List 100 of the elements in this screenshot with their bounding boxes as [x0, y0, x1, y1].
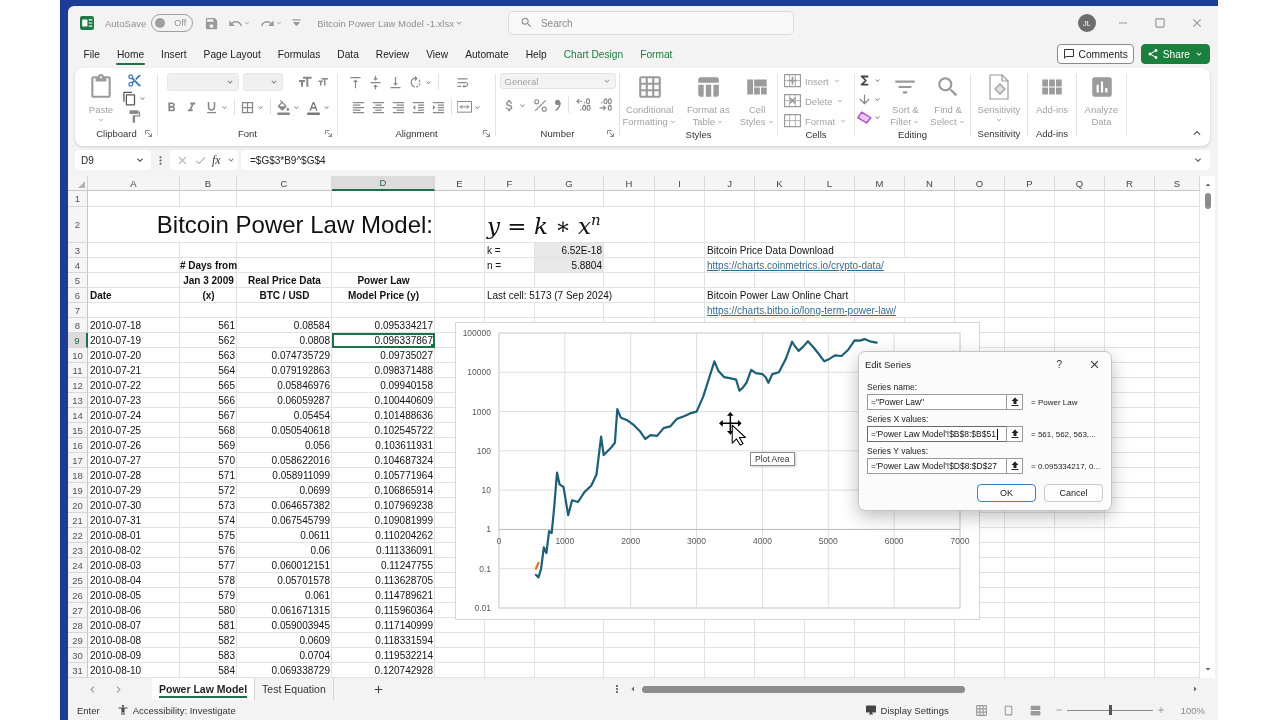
share-button[interactable]: Share — [1140, 44, 1210, 64]
name-box[interactable]: D9 — [75, 150, 151, 170]
maximize-icon[interactable] — [1153, 16, 1167, 30]
dialog-button[interactable]: OK — [977, 484, 1036, 502]
row-header[interactable]: 24 — [68, 558, 88, 573]
ribbon-tab[interactable]: Review — [367, 42, 418, 66]
row-header[interactable]: 29 — [68, 633, 88, 648]
row-header[interactable]: 23 — [68, 543, 88, 558]
text-size-icon[interactable] — [296, 74, 313, 90]
font-color-icon[interactable] — [306, 99, 321, 115]
ribbon-tab[interactable]: Automate — [456, 42, 518, 66]
borders-icon[interactable] — [240, 99, 255, 115]
collapse-button[interactable] — [1006, 426, 1023, 442]
align-center-icon[interactable] — [371, 99, 386, 115]
row-header[interactable]: 28 — [68, 618, 88, 633]
row-header[interactable]: 19 — [68, 483, 88, 498]
search-field[interactable]: Search — [507, 11, 794, 35]
split-page-icon[interactable] — [1028, 703, 1042, 717]
sheet-tab[interactable]: Power Law Model — [152, 678, 256, 700]
slider-thumb[interactable] — [1108, 705, 1112, 715]
help-button[interactable]: ? — [1056, 358, 1062, 370]
row-header[interactable]: 2 — [68, 207, 88, 243]
column-header[interactable]: F — [485, 176, 535, 191]
row-header[interactable]: 10 — [68, 348, 88, 363]
align-right-icon[interactable] — [391, 99, 406, 115]
indent-increase-icon[interactable] — [431, 99, 446, 115]
ribbon-tab[interactable]: Help — [517, 42, 556, 66]
column-header[interactable]: E — [435, 176, 485, 191]
row-header[interactable]: 25 — [68, 573, 88, 588]
ribbon-tab[interactable]: Page Layout — [195, 42, 270, 66]
decimal-increase-icon[interactable] — [575, 98, 591, 112]
column-header[interactable]: B — [180, 176, 237, 191]
ribbon-tab[interactable]: Chart Design — [555, 42, 632, 66]
dialog-button[interactable]: Cancel — [1044, 484, 1103, 502]
row-header[interactable]: 5 — [68, 273, 88, 288]
decimal-decrease-icon[interactable] — [597, 98, 613, 112]
font-size-field[interactable] — [242, 73, 283, 91]
column-header[interactable]: I — [655, 176, 705, 191]
collapse-button[interactable] — [1006, 394, 1023, 410]
reference-field[interactable]: ='Power Law Model'!$D$8:$D$27 — [867, 458, 1006, 474]
ribbon-tab[interactable]: View — [417, 42, 457, 66]
comments-button[interactable]: Comments — [1056, 44, 1134, 64]
formula-field[interactable]: =$G$3*B9^$G$4 — [241, 150, 1210, 170]
column-header[interactable]: M — [855, 176, 905, 191]
row-header[interactable]: 27 — [68, 603, 88, 618]
row-header[interactable]: 21 — [68, 513, 88, 528]
align-bottom-icon[interactable] — [388, 74, 403, 90]
ribbon-tab[interactable]: Formulas — [269, 42, 329, 66]
column-header[interactable]: H — [604, 176, 655, 191]
reference-field[interactable]: ='Power Law Model'!$B$8:$B$51 — [867, 426, 1006, 442]
percent-icon[interactable] — [534, 98, 548, 112]
column-header[interactable]: S — [1155, 176, 1200, 191]
column-header[interactable]: K — [755, 176, 805, 191]
vertical-scrollbar[interactable] — [1200, 176, 1215, 678]
select-all-button[interactable] — [68, 176, 88, 191]
row-header[interactable]: 13 — [68, 393, 88, 408]
collapse-button[interactable] — [1006, 458, 1023, 474]
scrollbar-thumb[interactable] — [1204, 193, 1211, 209]
sheet-tab[interactable]: Test Equation — [255, 678, 334, 700]
row-header[interactable]: 14 — [68, 408, 88, 423]
column-header[interactable]: D — [332, 176, 435, 191]
column-header[interactable]: Q — [1055, 176, 1105, 191]
row-header[interactable]: 15 — [68, 423, 88, 438]
reference-field[interactable]: ="Power Law" — [867, 394, 1006, 410]
launcher-icon[interactable] — [325, 130, 332, 137]
scissors-icon[interactable] — [127, 73, 142, 88]
row-header[interactable]: 20 — [68, 498, 88, 513]
column-header[interactable]: O — [955, 176, 1005, 191]
column-header[interactable]: C — [237, 176, 332, 191]
row-header[interactable]: 18 — [68, 468, 88, 483]
row-header[interactable]: 11 — [68, 363, 88, 378]
row-header[interactable]: 12 — [68, 378, 88, 393]
row-header[interactable]: 30 — [68, 648, 88, 663]
column-header[interactable]: G — [535, 176, 604, 191]
ribbon-tab[interactable]: File — [75, 42, 109, 66]
insert-function-button[interactable]: fx — [212, 152, 221, 168]
row-header[interactable]: 3 — [68, 243, 88, 258]
align-top-icon[interactable] — [348, 74, 363, 90]
merge-cells-icon[interactable] — [457, 101, 472, 113]
fill-color-icon[interactable] — [276, 99, 291, 115]
column-header[interactable]: J — [705, 176, 755, 191]
caret-icon[interactable] — [138, 94, 147, 103]
display-settings-button[interactable]: Display Settings — [864, 704, 949, 716]
column-header[interactable]: L — [805, 176, 855, 191]
ribbon-tab[interactable]: Home — [108, 42, 153, 66]
font-name-field[interactable] — [166, 73, 239, 91]
grid-icon[interactable] — [974, 703, 988, 717]
copy-icon[interactable] — [122, 91, 137, 106]
ribbon-tab[interactable]: Format — [631, 42, 681, 66]
scrollbar-thumb[interactable] — [641, 685, 965, 693]
row-header[interactable]: 9 — [68, 333, 88, 348]
customize-icon[interactable] — [292, 19, 302, 27]
rotate-icon[interactable] — [408, 74, 423, 90]
underline-icon[interactable] — [204, 99, 219, 115]
row-header[interactable]: 7 — [68, 303, 88, 318]
row-header[interactable]: 16 — [68, 438, 88, 453]
accessibility-button[interactable]: Accessibility: Investigate — [116, 704, 236, 716]
column-header[interactable]: R — [1105, 176, 1155, 191]
column-header[interactable]: A — [88, 176, 180, 191]
align-middle-icon[interactable] — [368, 74, 383, 90]
